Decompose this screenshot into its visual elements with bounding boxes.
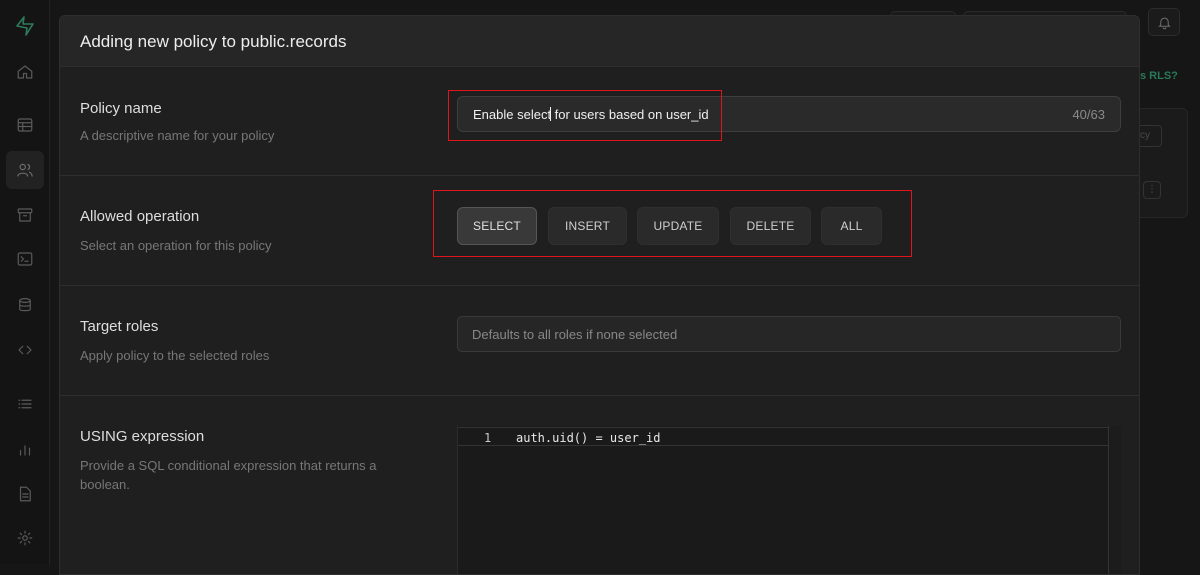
modal-title: Adding new policy to public.records [80,32,347,51]
target-roles-description: Apply policy to the selected roles [80,348,270,363]
reports-icon[interactable] [13,437,37,461]
target-roles-select[interactable]: Defaults to all roles if none selected [457,316,1121,352]
policy-name-description: A descriptive name for your policy [80,128,275,143]
docs-icon[interactable] [13,482,37,506]
using-expression-label: USING expression [80,428,205,445]
storage-icon[interactable] [13,203,37,227]
operation-insert-button[interactable]: INSERT [548,207,627,245]
policy-name-input[interactable]: Enable select for users based on user_id… [457,96,1121,132]
database-icon[interactable] [13,293,37,317]
bell-icon [1157,17,1171,29]
settings-icon[interactable] [13,526,37,550]
modal-header: Adding new policy to public.records [60,16,1139,67]
add-policy-modal: Adding new policy to public.records Poli… [59,15,1140,575]
policy-name-label: Policy name [80,100,162,117]
new-policy-chip[interactable]: cy [1140,125,1162,147]
operation-update-button[interactable]: UPDATE [637,207,719,245]
list-icon[interactable] [13,392,37,416]
auth-users-icon[interactable] [6,151,44,189]
allowed-operation-description: Select an operation for this policy [80,238,272,253]
target-roles-placeholder: Defaults to all roles if none selected [472,327,678,342]
table-editor-icon[interactable] [13,113,37,137]
supabase-logo-icon[interactable] [14,14,36,38]
policy-name-char-count: 40/63 [1072,107,1105,122]
more-options-icon[interactable]: ⋮ [1143,181,1161,199]
rls-help-link[interactable]: s RLS? [1140,70,1178,82]
operation-all-button[interactable]: ALL [821,207,882,245]
using-expression-description: Provide a SQL conditional expression tha… [80,458,377,492]
editor-scrollbar[interactable] [1108,426,1121,574]
sql-code-editor[interactable]: 1 auth.uid() = user_id [457,426,1121,574]
api-code-icon[interactable] [13,338,37,362]
editor-code-line[interactable]: auth.uid() = user_id [516,431,661,445]
target-roles-label: Target roles [80,318,159,335]
operation-delete-button[interactable]: DELETE [730,207,811,245]
editor-line-number: 1 [484,431,492,445]
policy-name-value: Enable select for users based on user_id [473,107,709,122]
sql-terminal-icon[interactable] [13,247,37,271]
notifications-button[interactable] [1148,8,1180,36]
app-sidebar [0,0,50,564]
operation-select-button[interactable]: SELECT [457,207,537,245]
allowed-operation-label: Allowed operation [80,208,200,225]
home-icon[interactable] [13,60,37,84]
